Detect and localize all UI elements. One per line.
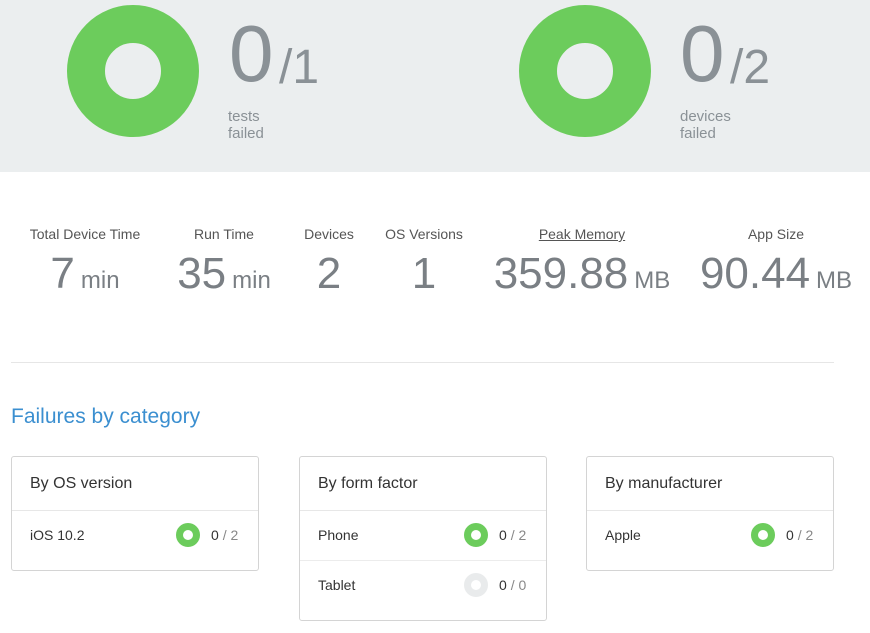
card-by-manufacturer: By manufacturer Apple 0 / 2 bbox=[586, 456, 834, 571]
failed-count: 0 bbox=[499, 527, 507, 543]
devices-failed-count: 0 bbox=[680, 9, 724, 98]
metric-value: 7 bbox=[50, 249, 75, 298]
section-divider bbox=[11, 362, 834, 363]
run-metrics: Total Device Time 7 min Run Time 35 min De… bbox=[0, 172, 870, 362]
devices-pass-ring-icon bbox=[519, 5, 651, 137]
tests-pass-ring-icon bbox=[67, 5, 199, 137]
category-row[interactable]: iOS 10.2 0 / 2 bbox=[12, 511, 258, 560]
tests-failed-label: tests failed bbox=[228, 108, 264, 142]
metric-peak-memory: Peak Memory 359.88 MB bbox=[490, 226, 674, 296]
empty-ring-icon bbox=[464, 573, 488, 597]
pass-ring-icon bbox=[464, 523, 488, 547]
failed-count: 0 bbox=[786, 527, 794, 543]
pass-ring-icon bbox=[176, 523, 200, 547]
pass-ring-icon bbox=[751, 523, 775, 547]
devices-total-count: /2 bbox=[730, 41, 771, 94]
failed-count: 0 bbox=[499, 577, 507, 593]
failures-section-title: Failures by category bbox=[11, 405, 201, 428]
metric-label: App Size bbox=[747, 226, 805, 242]
card-by-os-version: By OS version iOS 10.2 0 / 2 bbox=[11, 456, 259, 571]
tests-total-count: /1 bbox=[279, 41, 320, 94]
metric-value: 1 bbox=[411, 249, 437, 298]
metric-unit: MB bbox=[634, 267, 671, 294]
summary-banner: 0 /1 tests failed 0 /2 devices failed bbox=[0, 0, 870, 172]
total-count: / 2 bbox=[222, 527, 239, 543]
devices-failed-label: devices failed bbox=[680, 108, 731, 142]
metric-label: Devices bbox=[304, 226, 354, 242]
metric-unit: min bbox=[80, 267, 120, 294]
card-title: By form factor bbox=[300, 457, 546, 511]
metric-label: Total Device Time bbox=[29, 226, 141, 242]
metric-value: 90.44 bbox=[699, 249, 811, 298]
category-name: Phone bbox=[318, 527, 359, 543]
metric-label: OS Versions bbox=[385, 226, 463, 242]
metric-label: Run Time bbox=[194, 226, 254, 242]
category-name: Apple bbox=[605, 527, 641, 543]
category-row[interactable]: Apple 0 / 2 bbox=[587, 511, 833, 560]
metric-value: 35 bbox=[177, 249, 227, 298]
metric-value: 359.88 bbox=[493, 249, 629, 298]
metric-app-size: App Size 90.44 MB bbox=[694, 226, 858, 296]
category-row[interactable]: Tablet 0 / 0 bbox=[300, 561, 546, 610]
metric-total-device-time: Total Device Time 7 min bbox=[20, 226, 150, 296]
category-name: iOS 10.2 bbox=[30, 527, 85, 543]
tests-failed-count: 0 bbox=[229, 9, 273, 98]
total-count: / 2 bbox=[510, 527, 527, 543]
metric-unit: MB bbox=[816, 267, 853, 294]
metric-devices: Devices 2 bbox=[294, 226, 364, 296]
metric-unit: min bbox=[232, 267, 271, 294]
peak-memory-link[interactable]: Peak Memory bbox=[490, 226, 674, 242]
total-count: / 2 bbox=[797, 527, 814, 543]
failed-count: 0 bbox=[211, 527, 219, 543]
total-count: / 0 bbox=[510, 577, 527, 593]
card-title: By manufacturer bbox=[587, 457, 833, 511]
metric-run-time: Run Time 35 min bbox=[166, 226, 282, 296]
metric-value: 2 bbox=[316, 249, 342, 298]
card-title: By OS version bbox=[12, 457, 258, 511]
metric-os-versions: OS Versions 1 bbox=[380, 226, 468, 296]
category-row[interactable]: Phone 0 / 2 bbox=[300, 511, 546, 561]
category-name: Tablet bbox=[318, 577, 356, 593]
card-by-form-factor: By form factor Phone 0 / 2 Tablet 0 / 0 bbox=[299, 456, 547, 621]
